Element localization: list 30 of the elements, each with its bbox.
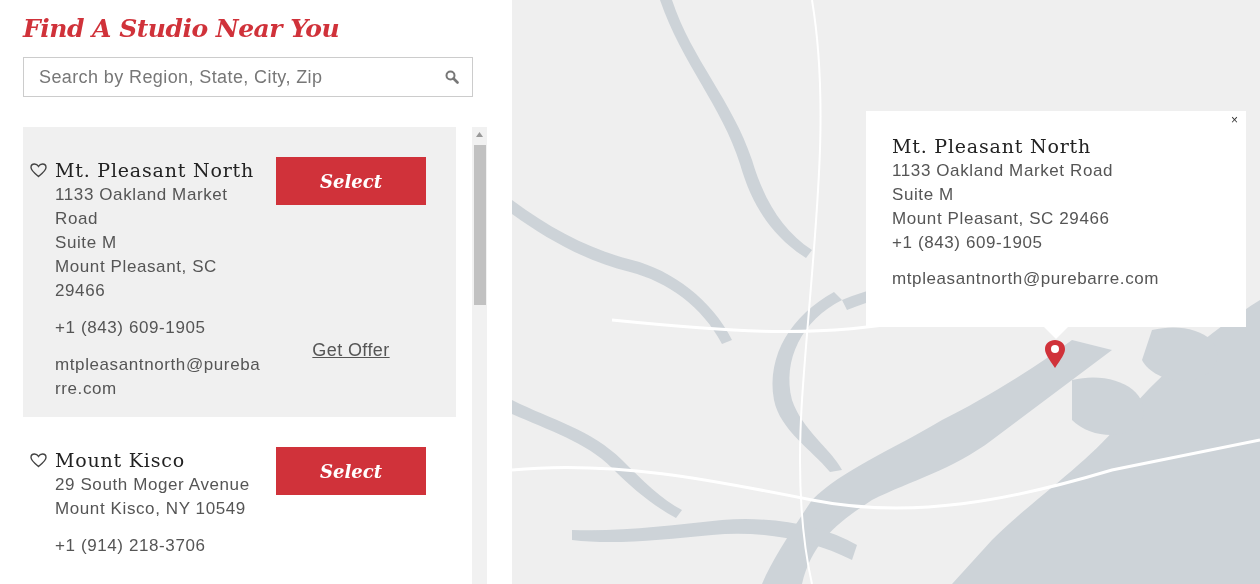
phone-number: +1 (843) 609-1905: [55, 317, 207, 339]
address-line: Suite M: [892, 184, 955, 206]
close-button[interactable]: ×: [1229, 113, 1240, 127]
studio-name: Mount Kisco: [55, 448, 186, 473]
address-line: 29 South Moger Avenue: [55, 474, 251, 496]
search-icon[interactable]: [445, 70, 459, 84]
page-heading: Find A Studio Near You: [23, 13, 341, 45]
select-button[interactable]: Select: [276, 157, 426, 205]
phone-number: +1 (914) 218-3706: [55, 535, 207, 557]
search-field[interactable]: Search by Region, State, City, Zip: [23, 57, 473, 97]
scrollbar-thumb[interactable]: [473, 145, 486, 305]
studio-name: Mt. Pleasant North: [892, 134, 1092, 159]
address-line: 1133 Oakland Market Road: [892, 160, 1115, 182]
address-line: 1133 Oakland Market Road: [55, 184, 229, 230]
email-address: mtpleasantnorth@purebarre.com: [892, 268, 1161, 290]
email-address: mtpleasantnorth@purebarre.com: [55, 354, 262, 400]
heart-icon[interactable]: [30, 453, 47, 468]
select-button[interactable]: Select: [276, 447, 426, 495]
scroll-up-icon[interactable]: [476, 132, 483, 137]
scrollbar[interactable]: [472, 127, 487, 584]
address-line: Mount Pleasant, SC 29466: [892, 208, 1111, 230]
address-line: Mount Kisco, NY 10549: [55, 498, 247, 520]
heart-icon[interactable]: [30, 163, 47, 178]
address-line: +1 (843) 609-1905: [892, 232, 1044, 254]
studio-name: Mt. Pleasant North: [55, 158, 255, 183]
address-line: Mount Pleasant, SC 29466: [55, 256, 218, 302]
map-pin-icon[interactable]: [1044, 339, 1066, 369]
address-line: Suite M: [55, 232, 118, 254]
studio-card[interactable]: Mt. Pleasant North 1133 Oakland Market Road Suite M Mount Pleasant, SC 29466 +1 (843) 609-1905 mtpleasantnorth@purebarre.com Select Get Offer: [23, 127, 456, 417]
get-offer-link[interactable]: Get Offer: [312, 340, 390, 361]
